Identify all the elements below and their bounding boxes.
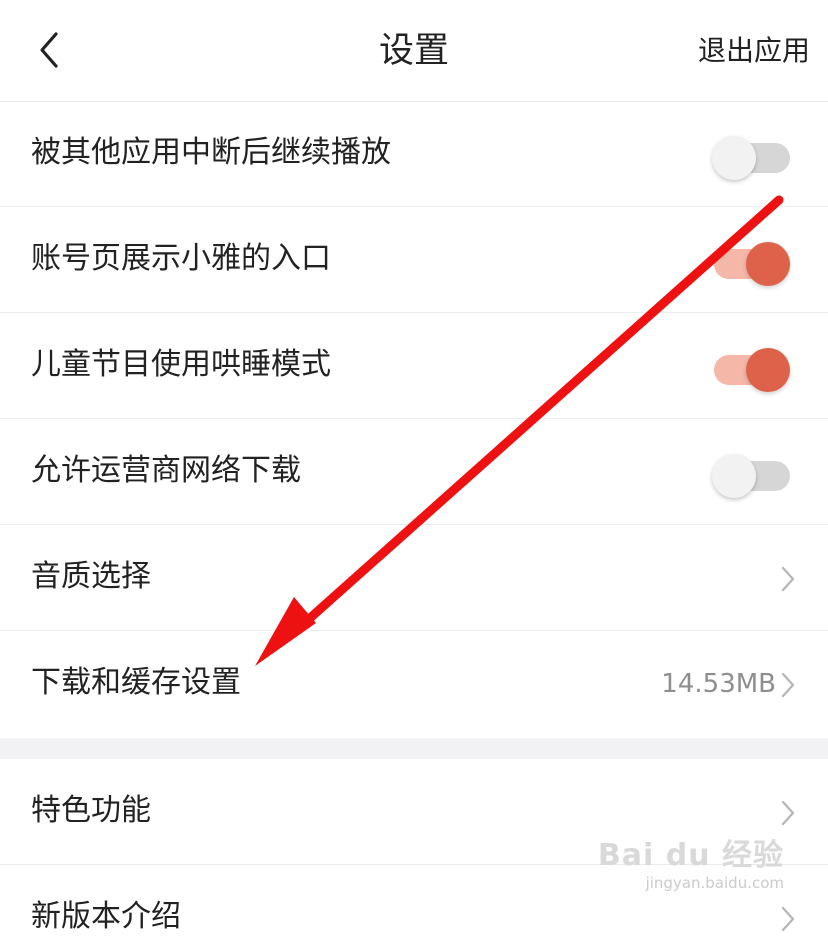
setting-row-whats-new[interactable]: 新版本介绍 (0, 865, 828, 934)
exit-app-button[interactable]: 退出应用 (698, 32, 810, 70)
chevron-right-icon (781, 906, 795, 932)
setting-label: 音质选择 (31, 559, 151, 594)
toggle-knob (712, 136, 756, 180)
setting-row-show-xiaoya-entry[interactable]: 账号页展示小雅的入口 (0, 207, 828, 313)
top-bar: 设置 退出应用 (0, 0, 828, 102)
setting-row-kids-sleep-mode[interactable]: 儿童节目使用哄睡模式 (0, 313, 828, 419)
setting-row-resume-after-interrupt[interactable]: 被其他应用中断后继续播放 (0, 101, 828, 207)
setting-label: 账号页展示小雅的入口 (31, 241, 331, 276)
chevron-right-icon (781, 800, 795, 826)
setting-row-download-cache[interactable]: 下载和缓存设置 14.53MB (0, 631, 828, 738)
resume-after-interrupt-toggle[interactable] (712, 134, 790, 180)
toggle-knob (746, 348, 790, 392)
setting-row-audio-quality[interactable]: 音质选择 (0, 525, 828, 631)
back-chevron-icon[interactable] (28, 26, 72, 74)
setting-label: 下载和缓存设置 (31, 665, 241, 700)
cache-size-value: 14.53MB (661, 669, 776, 699)
toggle-knob (712, 454, 756, 498)
setting-label: 允许运营商网络下载 (31, 453, 301, 488)
setting-label: 特色功能 (31, 793, 151, 828)
toggle-knob (746, 242, 790, 286)
kids-sleep-mode-toggle[interactable] (714, 346, 790, 392)
carrier-network-download-toggle[interactable] (712, 452, 790, 498)
setting-row-carrier-network-download[interactable]: 允许运营商网络下载 (0, 419, 828, 525)
chevron-right-icon (781, 566, 795, 592)
setting-label: 被其他应用中断后继续播放 (31, 135, 391, 170)
setting-label: 儿童节目使用哄睡模式 (31, 347, 331, 382)
section-divider (0, 738, 828, 759)
show-xiaoya-entry-toggle[interactable] (714, 240, 790, 286)
setting-label: 新版本介绍 (31, 899, 181, 934)
chevron-right-icon (781, 672, 795, 698)
setting-row-featured[interactable]: 特色功能 (0, 759, 828, 865)
